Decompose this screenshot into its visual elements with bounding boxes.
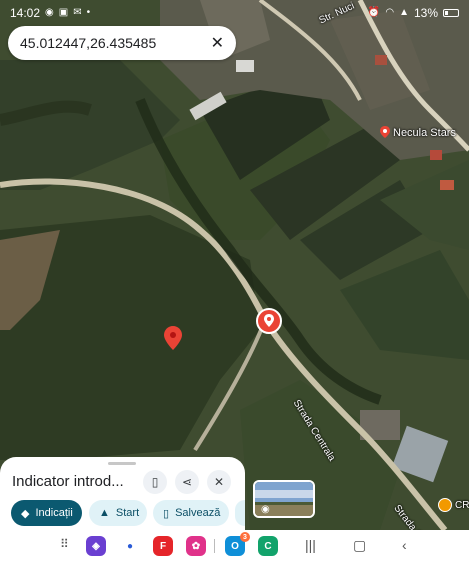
flower-icon[interactable]: ✿: [186, 536, 206, 556]
apps-grid-icon[interactable]: ⠿: [60, 537, 69, 551]
recents-icon[interactable]: |||: [305, 537, 316, 553]
more-actions-chip[interactable]: [235, 500, 245, 526]
street-view-icon: ◉: [261, 504, 270, 515]
search-query[interactable]: 45.012447,26.435485: [20, 35, 156, 51]
home-icon[interactable]: ▢: [353, 537, 366, 554]
battery-percent: 13%: [413, 6, 438, 20]
dock-divider: [214, 539, 215, 553]
save-button[interactable]: ▯ Salvează: [153, 500, 229, 526]
save-label: Salvează: [175, 507, 221, 519]
status-left: 14:02 ◉ ▣ ✉ •: [10, 6, 90, 20]
map-label-necula: Necula Stars: [393, 127, 456, 139]
battery-icon: [443, 9, 459, 17]
directions-label: Indicații: [35, 507, 73, 519]
sheet-drag-handle[interactable]: [108, 462, 136, 465]
notification-badge: 3: [240, 532, 250, 542]
dropped-pin-icon[interactable]: [164, 326, 182, 350]
back-icon[interactable]: ‹: [402, 537, 407, 553]
share-icon[interactable]: ⋖: [175, 470, 199, 494]
status-bar: 14:02 ◉ ▣ ✉ • ⏰ ◠ ▲ 13%: [0, 0, 469, 26]
poi-pin-icon[interactable]: [380, 126, 390, 138]
status-right: ⏰ ◠ ▲ 13%: [368, 6, 459, 20]
wifi-icon: ◠: [385, 7, 395, 18]
place-sheet[interactable]: Indicator introd... ▯ ⋖ ✕ ◆ Indicații ▲ …: [0, 457, 245, 532]
browser-icon[interactable]: ◈: [86, 536, 106, 556]
clear-search-icon[interactable]: ✕: [211, 33, 224, 53]
start-button[interactable]: ▲ Start: [89, 500, 147, 526]
signal-icon: ▲: [399, 7, 409, 18]
outlook-icon: ▣: [58, 7, 69, 18]
bookmark-icon[interactable]: ▯: [143, 470, 167, 494]
alarm-icon: ⏰: [367, 7, 381, 18]
poi-orange-icon[interactable]: [438, 498, 452, 512]
bookmark-icon: ▯: [163, 507, 170, 520]
search-bar[interactable]: 45.012447,26.435485 ✕: [8, 26, 236, 60]
map-label-poi-cr: CR: [455, 500, 469, 511]
dot-icon: •: [86, 7, 91, 18]
status-time: 14:02: [10, 6, 41, 20]
close-icon[interactable]: ✕: [207, 470, 231, 494]
messages-icon[interactable]: ●: [120, 536, 140, 556]
street-view-thumbnail[interactable]: ◉: [253, 480, 315, 518]
gmail-icon: ✉: [73, 7, 82, 18]
messenger-icon: ◉: [45, 7, 54, 18]
directions-button[interactable]: ◆ Indicații: [11, 500, 82, 526]
location-marker-icon[interactable]: [256, 308, 282, 334]
directions-icon: ◆: [21, 507, 30, 520]
navigation-bar: ⠿ ◈ ● F ✿ O 3 C ||| ▢ ‹: [0, 530, 469, 563]
flipboard-icon[interactable]: F: [153, 536, 173, 556]
start-label: Start: [115, 507, 140, 519]
phone-icon[interactable]: C: [258, 536, 278, 556]
navigation-arrow-icon: ▲: [99, 507, 110, 519]
outlook-icon[interactable]: O 3: [225, 532, 250, 556]
place-title: Indicator introd...: [12, 473, 124, 490]
